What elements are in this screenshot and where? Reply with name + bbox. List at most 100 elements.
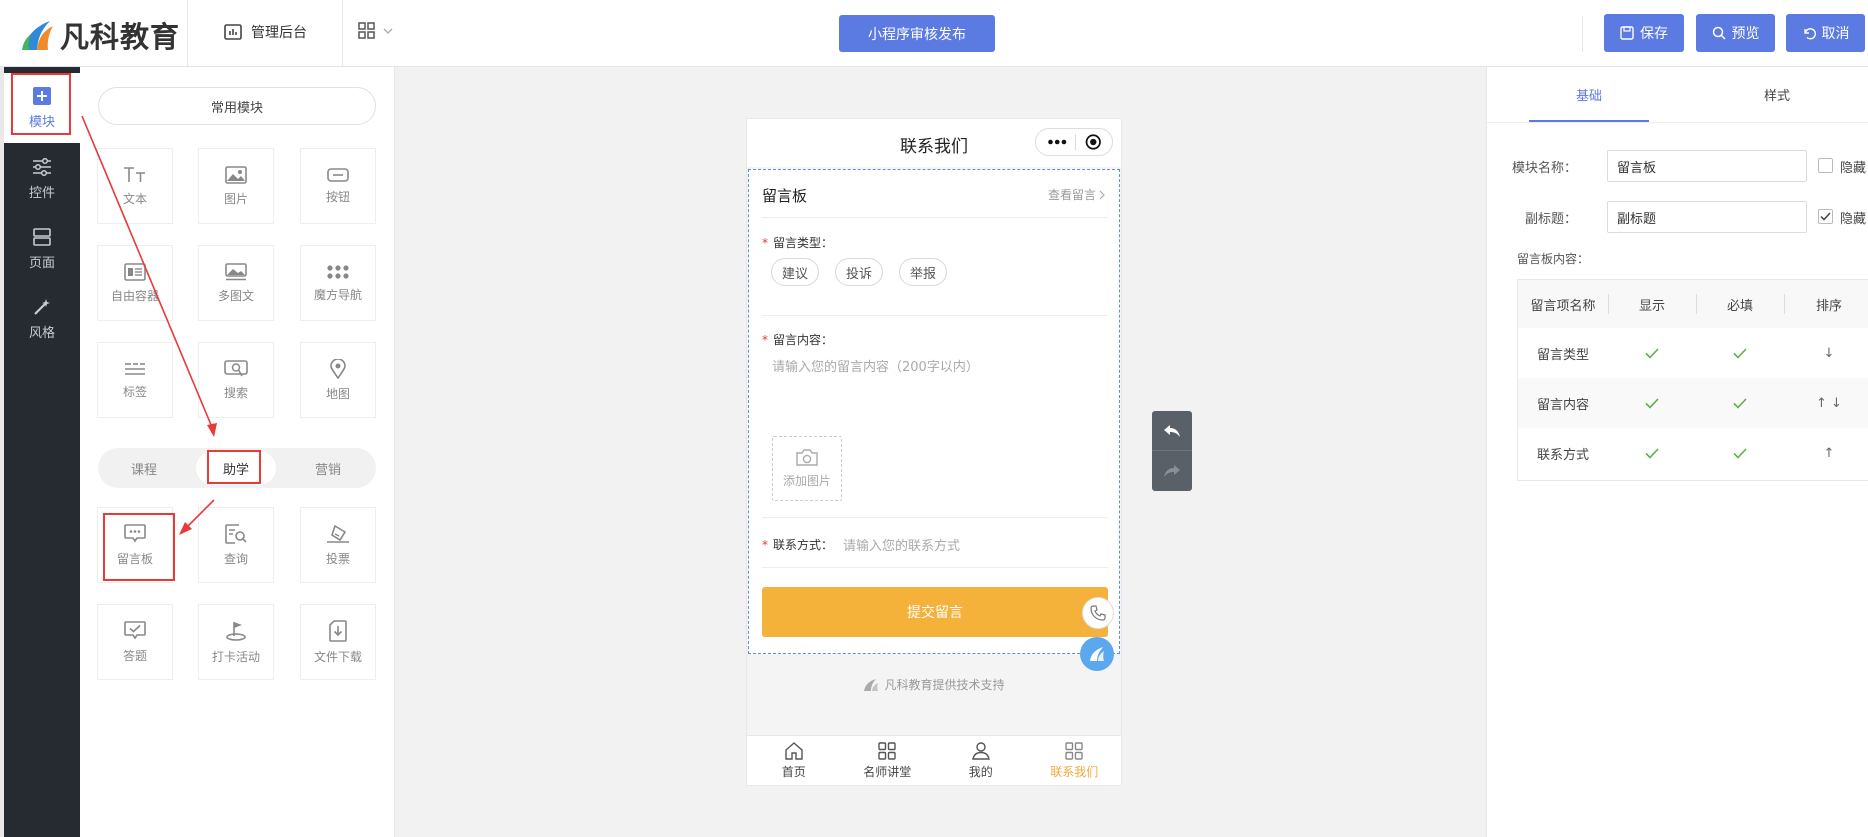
phone-header: 联系我们 xyxy=(747,119,1121,167)
quiz-icon xyxy=(124,620,146,639)
tabbar-teachers[interactable]: 名师讲堂 xyxy=(841,736,935,785)
annotation-arrows xyxy=(81,115,217,535)
message-items-table: 留言项名称 显示 必填 排序 留言类型 ↓ 留言内容 ↑ ↓ 联系方式 ↑ xyxy=(1517,279,1868,481)
module-checkin[interactable]: 打卡活动 xyxy=(198,604,274,680)
chevron-right-icon xyxy=(1099,190,1105,199)
grid-icon xyxy=(1065,741,1083,760)
divider xyxy=(762,517,1108,518)
save-button[interactable]: 保存 xyxy=(1604,14,1684,52)
row-item-name: 留言类型 xyxy=(1536,347,1589,363)
camera-icon xyxy=(796,449,818,466)
phone-tab-bar: 首页 名师讲堂 我的 联系我们 xyxy=(747,735,1121,785)
type-option-suggestion[interactable]: 建议 xyxy=(771,258,819,286)
flag-icon xyxy=(226,621,246,641)
module-file-download[interactable]: 文件下载 xyxy=(300,604,376,680)
column-header-name: 留言项名称 xyxy=(1518,280,1608,328)
hide-label: 隐藏 xyxy=(1840,161,1867,176)
sort-arrows[interactable]: ↑ xyxy=(1784,428,1868,478)
divider xyxy=(1487,122,1868,123)
close-target-icon xyxy=(1086,134,1102,150)
content-section-label: 留言板内容： xyxy=(1517,252,1590,266)
module-quiz[interactable]: 答题 xyxy=(97,604,173,680)
redo-icon xyxy=(1164,465,1180,477)
module-label: 答题 xyxy=(122,648,147,663)
board-title: 留言板 xyxy=(762,187,808,205)
content-textarea[interactable]: 请输入您的留言内容（200字以内） xyxy=(772,356,979,375)
row-item-name: 联系方式 xyxy=(1536,447,1589,463)
cancel-button[interactable]: 取消 xyxy=(1786,14,1865,52)
type-label-row: * 留言类型： xyxy=(762,234,833,251)
tabbar-label: 名师讲堂 xyxy=(863,764,912,779)
check-icon xyxy=(1645,347,1659,359)
show-toggle[interactable] xyxy=(1608,428,1696,478)
redo-button[interactable] xyxy=(1152,451,1192,491)
divider xyxy=(762,567,1108,568)
row-item-name: 留言内容 xyxy=(1536,397,1589,413)
column-divider xyxy=(1784,294,1785,314)
check-icon xyxy=(1645,447,1659,459)
required-mark: * xyxy=(762,538,768,552)
show-toggle[interactable] xyxy=(1608,378,1696,428)
tech-support-text: 凡科教育提供技术支持 xyxy=(884,678,1005,692)
required-toggle[interactable] xyxy=(1696,328,1784,378)
undo-button[interactable] xyxy=(1152,411,1192,451)
check-icon xyxy=(1820,212,1831,221)
mini-program-capsule[interactable] xyxy=(1035,128,1113,156)
brand-float-button[interactable] xyxy=(1080,637,1114,671)
grid-icon xyxy=(878,741,896,760)
user-icon xyxy=(971,741,990,760)
save-button-label: 保存 xyxy=(1640,26,1668,42)
brand-leaf-icon xyxy=(1090,647,1104,661)
required-mark: * xyxy=(762,236,768,250)
publish-review-button[interactable]: 小程序审核发布 xyxy=(839,15,995,52)
check-icon xyxy=(1645,397,1659,409)
tab-basic[interactable]: 基础 xyxy=(1529,67,1649,122)
brand-leaf-icon xyxy=(864,678,879,691)
check-icon xyxy=(1733,447,1747,459)
save-icon xyxy=(1620,26,1634,40)
tabbar-label: 首页 xyxy=(781,764,806,779)
sort-arrows[interactable]: ↑ ↓ xyxy=(1784,378,1868,428)
type-label: 留言类型： xyxy=(773,236,834,250)
phone-preview: 联系我们 留言板 查看留言 * 留言类型： 建议 投诉 举报 * 留言内容： 请… xyxy=(746,118,1122,786)
hide-module-name-checkbox[interactable] xyxy=(1818,158,1833,173)
module-name-input[interactable]: 留言板 xyxy=(1607,150,1807,182)
module-name-label: 模块名称： xyxy=(1511,161,1577,176)
type-option-report[interactable]: 举报 xyxy=(899,258,947,286)
column-header-sort: 排序 xyxy=(1784,280,1868,328)
subtitle-input[interactable]: 副标题 xyxy=(1607,201,1807,233)
cancel-button-label: 取消 xyxy=(1821,26,1850,42)
tabbar-home[interactable]: 首页 xyxy=(747,736,841,785)
submit-message-button[interactable]: 提交留言 xyxy=(762,587,1108,637)
divider xyxy=(762,315,1108,316)
column-header-show: 显示 xyxy=(1608,280,1696,328)
tab-style[interactable]: 样式 xyxy=(1717,67,1837,122)
module-label: 打卡活动 xyxy=(211,649,260,664)
module-label: 文件下载 xyxy=(313,649,362,664)
hide-label: 隐藏 xyxy=(1840,212,1867,227)
sort-arrows[interactable]: ↓ xyxy=(1784,328,1868,378)
contact-label: 联系方式： xyxy=(773,538,834,552)
type-option-complaint[interactable]: 投诉 xyxy=(835,258,883,286)
add-image-label: 添加图片 xyxy=(782,474,831,488)
preview-button-label: 预览 xyxy=(1731,26,1760,42)
required-toggle[interactable] xyxy=(1696,428,1784,478)
undo-icon xyxy=(1803,28,1816,40)
column-divider xyxy=(1608,294,1609,314)
message-board-module[interactable]: 留言板 查看留言 * 留言类型： 建议 投诉 举报 * 留言内容： 请输入您的留言内… xyxy=(748,169,1120,654)
show-toggle[interactable] xyxy=(1608,328,1696,378)
hide-subtitle-checkbox[interactable] xyxy=(1818,209,1833,224)
required-mark: * xyxy=(762,333,768,347)
tabbar-label: 我的 xyxy=(968,764,993,779)
required-toggle[interactable] xyxy=(1696,378,1784,428)
phone-call-float-button[interactable] xyxy=(1082,597,1114,629)
tabbar-mine[interactable]: 我的 xyxy=(934,736,1028,785)
content-label: 留言内容： xyxy=(773,333,834,347)
tabbar-label: 联系我们 xyxy=(1050,764,1099,779)
tabbar-contact[interactable]: 联系我们 xyxy=(1028,736,1122,785)
contact-input[interactable]: 请输入您的联系方式 xyxy=(843,535,960,554)
preview-button[interactable]: 预览 xyxy=(1696,14,1775,52)
view-messages-link[interactable]: 查看留言 xyxy=(1048,186,1106,203)
add-image-button[interactable]: 添加图片 xyxy=(772,436,842,501)
check-icon xyxy=(1733,347,1747,359)
